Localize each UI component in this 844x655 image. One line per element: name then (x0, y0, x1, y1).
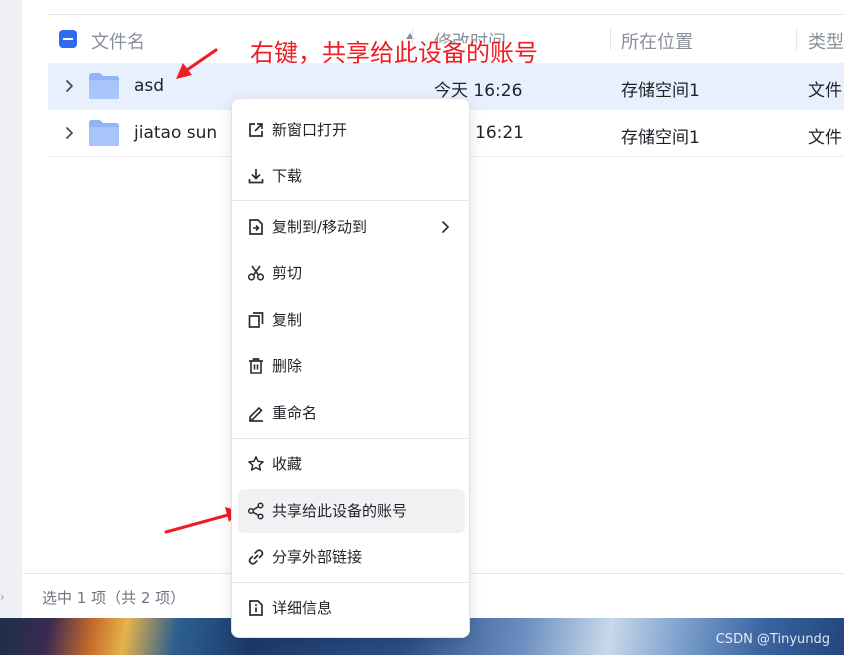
folder-icon (88, 119, 120, 147)
column-header-location[interactable]: 所在位置 (621, 28, 693, 54)
menu-item-cut[interactable]: 剪切 (238, 251, 465, 295)
info-icon (247, 599, 265, 617)
file-location: 存储空间1 (621, 128, 700, 148)
menu-item-label: 复制 (272, 311, 303, 329)
menu-item-label: 详细信息 (272, 599, 333, 617)
file-modified: 16:21 (475, 123, 524, 143)
copy-move-icon (247, 218, 265, 236)
menu-item-rename[interactable]: 重命名 (238, 391, 465, 435)
selection-status: 选中 1 项（共 2 项） (42, 589, 186, 607)
chevron-right-icon (439, 220, 451, 234)
menu-item-label: 复制到/移动到 (272, 218, 368, 236)
folder-icon (88, 72, 120, 100)
menu-item-copy-move[interactable]: 复制到/移动到 (238, 205, 465, 249)
file-location: 存储空间1 (621, 81, 700, 101)
pencil-icon (247, 404, 265, 422)
menu-item-label: 收藏 (272, 455, 303, 473)
menu-item-label: 重命名 (272, 404, 318, 422)
menu-item-share-external-link[interactable]: 分享外部链接 (238, 535, 465, 579)
link-icon (247, 548, 265, 566)
menu-item-details[interactable]: 详细信息 (238, 586, 465, 630)
watermark: CSDN @Tinyundg (715, 632, 830, 647)
trash-icon (247, 357, 265, 375)
scroll-handle-icon[interactable]: › (0, 590, 5, 604)
chevron-right-icon[interactable] (61, 78, 77, 94)
file-name[interactable]: asd (134, 76, 164, 96)
menu-item-share-with-device-accounts[interactable]: 共享给此设备的账号 (238, 489, 465, 533)
scissors-icon (247, 264, 265, 282)
menu-item-delete[interactable]: 删除 (238, 344, 465, 388)
menu-item-favorite[interactable]: 收藏 (238, 442, 465, 486)
star-icon (247, 455, 265, 473)
menu-item-label: 共享给此设备的账号 (272, 502, 408, 520)
menu-item-download[interactable]: 下载 (238, 154, 465, 198)
menu-separator (232, 200, 469, 201)
column-separator[interactable] (796, 28, 797, 50)
file-type: 文件 (808, 81, 842, 101)
column-header-name[interactable]: 文件名 (91, 28, 145, 54)
column-header-type[interactable]: 类型 (808, 28, 844, 54)
menu-item-label: 分享外部链接 (272, 548, 363, 566)
menu-item-label: 剪切 (272, 264, 303, 282)
column-separator[interactable] (610, 28, 611, 50)
left-sidebar-strip (0, 0, 22, 618)
menu-item-copy[interactable]: 复制 (238, 298, 465, 342)
menu-item-open-new-window[interactable]: 新窗口打开 (238, 108, 465, 152)
download-icon (247, 167, 265, 185)
divider (48, 14, 844, 15)
file-name[interactable]: jiatao sun (134, 123, 217, 143)
select-all-checkbox[interactable] (59, 30, 77, 48)
share-icon (247, 502, 265, 520)
menu-item-label: 删除 (272, 357, 303, 375)
chevron-right-icon[interactable] (61, 125, 77, 141)
annotation-text: 右键，共享给此设备的账号 (250, 39, 538, 67)
context-menu: 新窗口打开 下载 复制到/移动到 剪切 复制 删除 重命名 收藏 共享给此设备的… (231, 98, 470, 638)
menu-separator (232, 438, 469, 439)
menu-separator (232, 582, 469, 583)
open-new-window-icon (247, 121, 265, 139)
menu-item-label: 下载 (272, 167, 303, 185)
menu-item-label: 新窗口打开 (272, 121, 348, 139)
file-type: 文件 (808, 128, 842, 148)
copy-icon (247, 311, 265, 329)
